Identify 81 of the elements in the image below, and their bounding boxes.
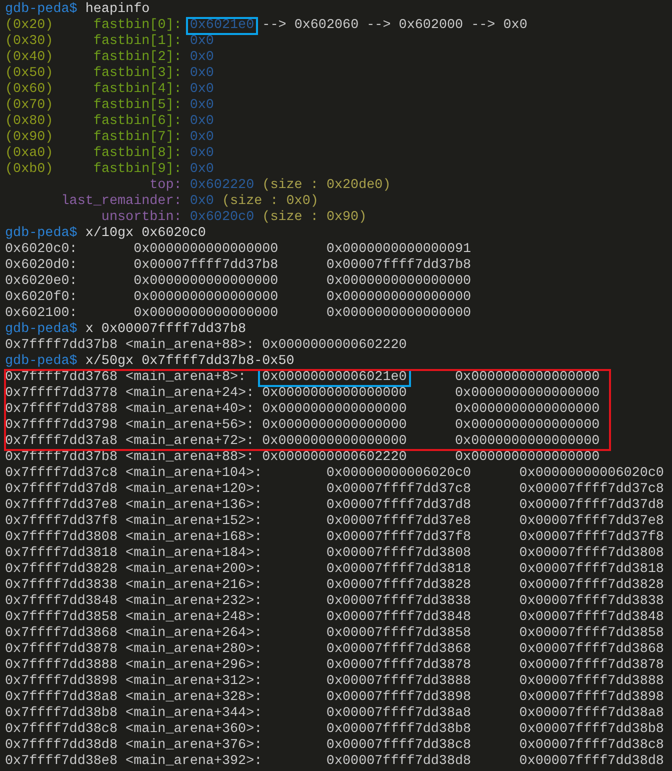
size-note: (size : 0x0) [220,194,318,209]
pointer-value: 0x0 [190,162,214,177]
output-text: 0x7ffff7dd3788 <main_arena+40>: 0x0000000000000000 0x0000000000000000 [5,402,600,417]
pointer-value: 0x0 [190,98,214,113]
output-text: 0x7ffff7dd37a8 <main_arena+72>: 0x0000000000000000 0x0000000000000000 [5,434,600,449]
pointer-value: 0x0 [190,50,214,65]
size-note: (size : 0x20de0) [261,178,391,193]
output-text: 0x6020f0: 0x0000000000000000 0x0000000000000000 [5,290,472,305]
output-text: 0x7ffff7dd3818 <main_arena+184>: 0x00007ffff7dd3808 0x00007ffff7dd3808 [5,546,664,561]
output-text: 0x7ffff7dd38c8 <main_arena+360>: 0x00007ffff7dd38b8 0x00007ffff7dd38b8 [5,722,664,737]
command-text: x/10gx 0x6020c0 [84,226,206,241]
output-text: 0x7ffff7dd3858 <main_arena+248>: 0x00007ffff7dd3848 0x00007ffff7dd3848 [5,610,664,625]
size-note: (size : 0x90) [261,210,367,225]
highlighted-value: 0x00000000006021e0 [258,369,411,387]
output-text: 0x7ffff7dd3778 <main_arena+24>: 0x0000000000000000 0x0000000000000000 [5,386,600,401]
output-text: 0x0000000000000000 [454,370,600,385]
bin-label: fastbin[4]: [93,82,183,97]
output-text: 0x7ffff7dd37e8 <main_arena+136>: 0x00007ffff7dd37d8 0x00007ffff7dd37d8 [5,498,664,513]
command-text: x/50gx 0x7ffff7dd37b8-0x50 [84,354,294,369]
size-class-label: (0x90) [5,130,54,145]
arena-field-label: last_remainder: [60,194,183,209]
bin-label: fastbin[7]: [93,130,183,145]
command-text: x 0x00007ffff7dd37b8 [84,322,246,337]
output-text: 0x6020c0: 0x0000000000000000 0x0000000000000091 [5,242,472,257]
shell-prompt: gdb-peda$ [5,2,78,17]
size-class-label: (0x20) [5,18,54,33]
output-text: 0x7ffff7dd3798 <main_arena+56>: 0x0000000000000000 0x0000000000000000 [5,418,600,433]
output-text: 0x7ffff7dd3878 <main_arena+280>: 0x00007ffff7dd3868 0x00007ffff7dd3868 [5,642,664,657]
output-text: 0x7ffff7dd3868 <main_arena+264>: 0x00007ffff7dd3858 0x00007ffff7dd3858 [5,626,664,641]
bin-label: fastbin[3]: [93,66,183,81]
output-text: 0x7ffff7dd37f8 <main_arena+152>: 0x00007ffff7dd37e8 0x00007ffff7dd37e8 [5,514,664,529]
arena-field-label: top: [148,178,183,193]
output-text: 0x7ffff7dd3888 <main_arena+296>: 0x00007ffff7dd3878 0x00007ffff7dd3878 [5,658,664,673]
highlighted-value: 0x6021e0 [186,17,258,35]
pointer-value: 0x0 [190,114,214,129]
size-class-label: (0xa0) [5,146,54,161]
pointer-value: 0x0 [190,194,214,209]
bin-label: fastbin[2]: [93,50,183,65]
output-text: 0x602100: 0x0000000000000000 0x0000000000000000 [5,306,472,321]
bin-label: fastbin[1]: [93,34,183,49]
bin-label: fastbin[0]: [93,18,183,33]
output-text: 0x7ffff7dd3848 <main_arena+232>: 0x00007ffff7dd3838 0x00007ffff7dd3838 [5,594,664,609]
bin-label: fastbin[6]: [93,114,183,129]
pointer-value: 0x0 [190,34,214,49]
pointer-value: 0x0 [190,146,214,161]
pointer-value: 0x602220 [190,178,254,193]
output-text: 0x7ffff7dd37b8 <main_arena+88>: 0x0000000000602220 [5,338,407,353]
output-text: 0x7ffff7dd3768 <main_arena+8>: [5,370,248,385]
pointer-value: 0x6020c0 [190,210,254,225]
output-text: 0x7ffff7dd38a8 <main_arena+328>: 0x00007ffff7dd3898 0x00007ffff7dd3898 [5,690,664,705]
output-text: 0x7ffff7dd38d8 <main_arena+376>: 0x00007ffff7dd38c8 0x00007ffff7dd38c8 [5,738,664,753]
output-text: 0x6020e0: 0x0000000000000000 0x0000000000000000 [5,274,472,289]
pointer-value: 0x0 [190,66,214,81]
shell-prompt: gdb-peda$ [5,226,78,241]
output-text: --> 0x602060 --> 0x602000 --> 0x0 [261,18,528,33]
output-text: 0x7ffff7dd37c8 <main_arena+104>: 0x00000000006020c0 0x00000000006020c0 [5,466,664,481]
output-text: 0x7ffff7dd37d8 <main_arena+120>: 0x00007ffff7dd37c8 0x00007ffff7dd37c8 [5,482,664,497]
size-class-label: (0x60) [5,82,54,97]
output-text: 0x7ffff7dd3828 <main_arena+200>: 0x00007ffff7dd3818 0x00007ffff7dd3818 [5,562,664,577]
output-text: 0x7ffff7dd3808 <main_arena+168>: 0x00007ffff7dd37f8 0x00007ffff7dd37f8 [5,530,664,545]
size-class-label: (0x50) [5,66,54,81]
output-text: 0x7ffff7dd3898 <main_arena+312>: 0x00007ffff7dd3888 0x00007ffff7dd3888 [5,674,664,689]
size-class-label: (0x30) [5,34,54,49]
output-text: 0x7ffff7dd38e8 <main_arena+392>: 0x00007ffff7dd38d8 0x00007ffff7dd38d8 [5,754,664,769]
bin-label: fastbin[8]: [93,146,183,161]
pointer-value: 0x0 [190,130,214,145]
output-text: 0x7ffff7dd38b8 <main_arena+344>: 0x00007ffff7dd38a8 0x00007ffff7dd38a8 [5,706,664,721]
size-class-label: (0x80) [5,114,54,129]
bin-label: fastbin[9]: [93,162,183,177]
size-class-label: (0x70) [5,98,54,113]
command-text: heapinfo [84,2,150,17]
output-text: 0x7ffff7dd37b8 <main_arena+88>: 0x0000000000602220 0x0000000000000000 [5,450,600,465]
output-text: 0x7ffff7dd3838 <main_arena+216>: 0x00007ffff7dd3828 0x00007ffff7dd3828 [5,578,664,593]
pointer-value: 0x0 [190,82,214,97]
bin-label: fastbin[5]: [93,98,183,113]
size-class-label: (0xb0) [5,162,54,177]
shell-prompt: gdb-peda$ [5,354,78,369]
arena-field-label: unsortbin: [100,210,183,225]
output-text: 0x6020d0: 0x00007ffff7dd37b8 0x00007ffff7dd37b8 [5,258,472,273]
size-class-label: (0x40) [5,50,54,65]
shell-prompt: gdb-peda$ [5,322,78,337]
